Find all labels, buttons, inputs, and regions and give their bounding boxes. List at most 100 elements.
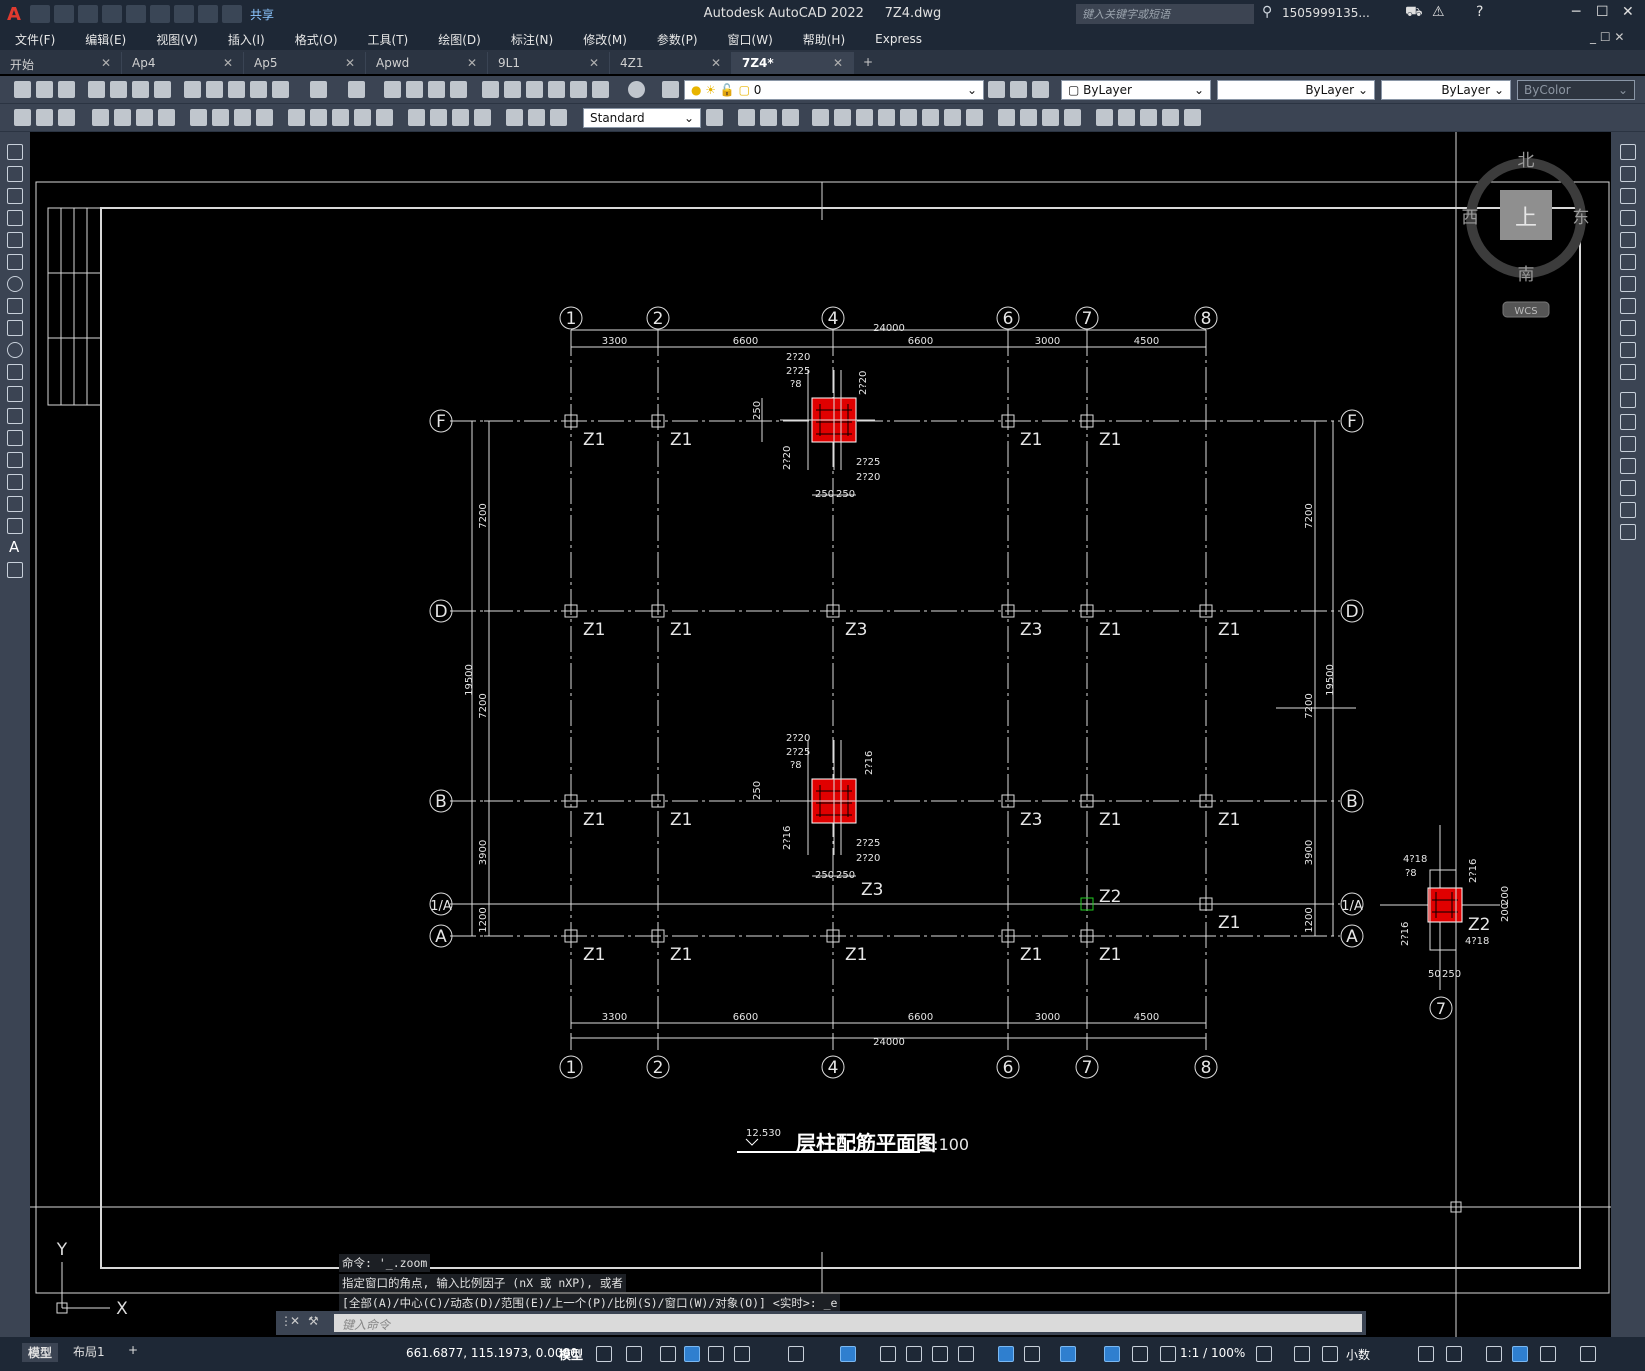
layer-select[interactable]: ● ☀ 🔓 ▢ 0 ⌄ xyxy=(684,80,984,100)
revision-cloud-icon[interactable] xyxy=(7,298,23,314)
add-layout-button[interactable]: + xyxy=(128,1343,138,1357)
copy-object-icon[interactable] xyxy=(1620,166,1636,182)
menu-window[interactable]: 窗口(W) xyxy=(713,31,788,48)
add-selected-icon[interactable] xyxy=(7,562,23,578)
color-select[interactable]: ▢ ByLayer ⌄ xyxy=(1061,80,1211,100)
dynamic-ucs-icon[interactable] xyxy=(998,1346,1014,1362)
dim-break-icon[interactable] xyxy=(376,109,393,126)
ordinate-dim-icon[interactable] xyxy=(158,109,175,126)
arc-length-icon[interactable] xyxy=(136,109,153,126)
autodesk-app-icon[interactable]: ⚠ xyxy=(1432,4,1445,20)
tool-icon[interactable] xyxy=(14,109,31,126)
help-icon[interactable] xyxy=(628,81,645,98)
hardware-acceleration-icon[interactable] xyxy=(1512,1346,1528,1362)
design-center-icon[interactable] xyxy=(504,81,521,98)
zoom-window-icon[interactable] xyxy=(428,81,445,98)
customization-menu-icon[interactable] xyxy=(1580,1346,1596,1362)
break-icon[interactable] xyxy=(1620,414,1636,430)
preview-icon[interactable] xyxy=(110,81,127,98)
share-button[interactable]: 共享 xyxy=(250,6,274,23)
close-tab-icon[interactable]: ✕ xyxy=(101,56,111,70)
3d-tool-icon[interactable] xyxy=(834,109,851,126)
mirror-icon[interactable] xyxy=(1620,188,1636,204)
angular-dim-icon[interactable] xyxy=(256,109,273,126)
undo-icon[interactable] xyxy=(198,5,218,23)
3d-tool-icon[interactable] xyxy=(760,109,777,126)
dim-edit-icon[interactable] xyxy=(506,109,523,126)
redo-icon[interactable] xyxy=(222,5,242,23)
3d-tool-icon[interactable] xyxy=(1184,109,1201,126)
qnew-icon[interactable] xyxy=(14,81,31,98)
explode-icon[interactable] xyxy=(1620,524,1636,540)
diameter-dim-icon[interactable] xyxy=(234,109,251,126)
baseline-dim-icon[interactable] xyxy=(310,109,327,126)
clean-screen-icon[interactable] xyxy=(1540,1346,1556,1362)
dim-style-icon[interactable] xyxy=(706,109,723,126)
tab-start[interactable]: 开始 ✕ xyxy=(0,52,122,74)
selection-cycling-icon[interactable] xyxy=(932,1346,948,1362)
menu-tools[interactable]: 工具(T) xyxy=(353,31,424,48)
doc-window-controls[interactable]: _ ☐ ✕ xyxy=(1590,30,1624,44)
jogged-linear-icon[interactable] xyxy=(474,109,491,126)
quick-properties-icon[interactable] xyxy=(1418,1346,1434,1362)
inspection-icon[interactable] xyxy=(452,109,469,126)
zoom-realtime-icon[interactable] xyxy=(406,81,423,98)
copy-icon[interactable] xyxy=(206,81,223,98)
dim-text-edit-icon[interactable] xyxy=(528,109,545,126)
erase-icon[interactable] xyxy=(1620,144,1636,160)
close-tab-icon[interactable]: ✕ xyxy=(589,56,599,70)
plot-icon[interactable] xyxy=(150,5,170,23)
zoom-previous-icon[interactable] xyxy=(450,81,467,98)
save-icon[interactable] xyxy=(78,5,98,23)
open-file-icon[interactable] xyxy=(54,5,74,23)
lineweight-icon[interactable] xyxy=(880,1346,896,1362)
object-snap-tracking-icon[interactable] xyxy=(840,1346,856,1362)
save-as-icon[interactable] xyxy=(102,5,122,23)
3d-tool-icon[interactable] xyxy=(1020,109,1037,126)
rectangle-icon[interactable] xyxy=(7,232,23,248)
tab-4z1[interactable]: 4Z1 ✕ xyxy=(610,52,732,74)
annotation-monitor-icon[interactable] xyxy=(1294,1346,1310,1362)
3d-osnap-icon[interactable] xyxy=(958,1346,974,1362)
join-icon[interactable] xyxy=(1620,436,1636,452)
tab-layout1[interactable]: 布局1 xyxy=(73,1343,105,1360)
transparency-icon[interactable] xyxy=(906,1346,922,1362)
polar-icon[interactable] xyxy=(734,1346,750,1362)
redo-icon[interactable] xyxy=(348,81,365,98)
print-icon[interactable] xyxy=(174,5,194,23)
search-input[interactable]: 键入关键字或短语 xyxy=(1076,4,1254,24)
3d-tool-icon[interactable] xyxy=(966,109,983,126)
circle-icon[interactable] xyxy=(7,276,23,292)
compass-east[interactable]: 东 xyxy=(1573,208,1590,228)
annotation-visibility-icon[interactable] xyxy=(1104,1346,1120,1362)
tool-palettes-icon[interactable] xyxy=(526,81,543,98)
close-tab-icon[interactable]: ✕ xyxy=(345,56,355,70)
lineweight-select[interactable]: ByLayer ⌄ xyxy=(1381,80,1511,100)
grid-icon[interactable] xyxy=(596,1346,612,1362)
radius-dim-icon[interactable] xyxy=(190,109,207,126)
close-icon[interactable]: ✕ xyxy=(1622,4,1634,20)
pan-icon[interactable] xyxy=(384,81,401,98)
linetype-select[interactable]: ByLayer ⌄ xyxy=(1217,80,1375,100)
layer-properties-icon[interactable] xyxy=(662,81,679,98)
fillet-icon[interactable] xyxy=(1620,480,1636,496)
tab-7z4[interactable]: 7Z4* ✕ xyxy=(732,52,854,74)
infer-constraints-icon[interactable] xyxy=(660,1346,676,1362)
annotation-scale-icon[interactable] xyxy=(1160,1346,1176,1362)
3d-tool-icon[interactable] xyxy=(878,109,895,126)
spline-icon[interactable] xyxy=(7,320,23,336)
quick-dim-icon[interactable] xyxy=(288,109,305,126)
layer-previous-icon[interactable] xyxy=(1010,81,1027,98)
save-icon[interactable] xyxy=(58,81,75,98)
menu-edit[interactable]: 编辑(E) xyxy=(70,31,141,48)
3d-tool-icon[interactable] xyxy=(738,109,755,126)
menu-format[interactable]: 格式(O) xyxy=(280,31,353,48)
make-current-icon[interactable] xyxy=(988,81,1005,98)
insert-block-icon[interactable] xyxy=(7,386,23,402)
arc-icon[interactable] xyxy=(7,254,23,270)
menu-file[interactable]: 文件(F) xyxy=(0,31,70,48)
paste-icon[interactable] xyxy=(228,81,245,98)
tool-icon[interactable] xyxy=(36,109,53,126)
jogged-dim-icon[interactable] xyxy=(212,109,229,126)
menu-draw[interactable]: 绘图(D) xyxy=(423,31,496,48)
